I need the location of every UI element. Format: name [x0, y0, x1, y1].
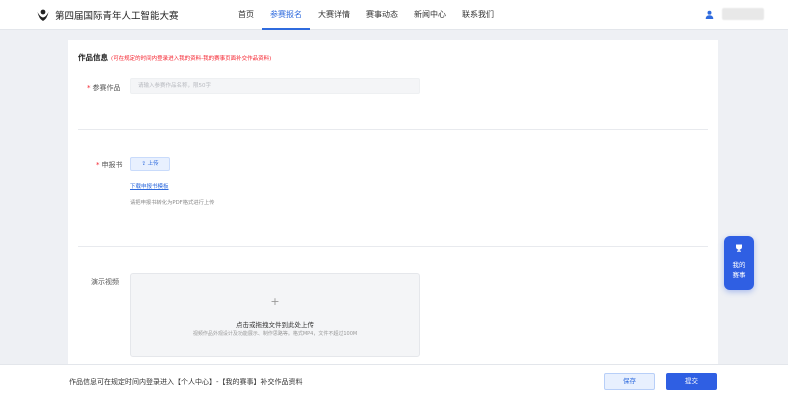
- brand-title[interactable]: 第四届国际青年人工智能大赛: [55, 8, 179, 22]
- footer-note: 作品信息可在规定时间内登录进入【个人中心】-【我的赛事】补交作品资料: [69, 378, 303, 386]
- nav-item-competition-details[interactable]: 大赛详情: [310, 0, 358, 30]
- nav-item-registration[interactable]: 参赛报名: [262, 0, 310, 30]
- video-upload-dropzone[interactable]: + 点击或拖拽文件到此处上传 视频作品外观设计及功能展示、制作思路等。格式MP4…: [130, 273, 420, 357]
- logo-icon: [37, 9, 49, 21]
- nav-item-home[interactable]: 首页: [230, 0, 262, 30]
- report-upload-tip: 请把申报书转化为PDF格式进行上传: [130, 200, 215, 206]
- nav-item-news-center[interactable]: 新闻中心: [406, 0, 454, 30]
- required-asterisk: *: [87, 84, 91, 92]
- report-label-text: 申报书: [101, 161, 123, 169]
- my-competitions-float-button[interactable]: 我的赛事: [724, 236, 754, 290]
- demo-video-label: 演示视频: [91, 278, 119, 286]
- section-title-text: 作品信息: [78, 53, 108, 62]
- plus-icon: +: [270, 295, 280, 308]
- dropzone-text: 点击或拖拽文件到此处上传: [236, 321, 314, 329]
- work-info-card: 作品信息 (可在规定的时间内登录进入我的资料-我的赛事页面补交作品资料) * 参赛作…: [68, 40, 718, 370]
- dropzone-subtext: 视频作品外观设计及功能展示、制作思路等。格式MP4，文件不超过100M: [192, 331, 358, 337]
- nav-item-contact-us[interactable]: 联系我们: [454, 0, 502, 30]
- report-upload-button[interactable]: ⇪ 上传: [130, 157, 170, 171]
- divider: [78, 246, 708, 247]
- trophy-icon: [736, 244, 742, 252]
- section-title: 作品信息 (可在规定的时间内登录进入我的资料-我的赛事页面补交作品资料): [78, 52, 271, 63]
- save-button[interactable]: 保存: [604, 373, 655, 390]
- user-name-redacted[interactable]: [722, 8, 764, 20]
- required-asterisk: *: [96, 161, 100, 169]
- download-template-link[interactable]: 下载申报书模板: [130, 182, 169, 190]
- user-icon[interactable]: [705, 10, 714, 19]
- footer-action-bar: 作品信息可在规定时间内登录进入【个人中心】-【我的赛事】补交作品资料 保存 提交: [0, 364, 788, 397]
- section-hint: (可在规定的时间内登录进入我的资料-我的赛事页面补交作品资料): [111, 56, 272, 62]
- top-navigation-bar: 第四届国际青年人工智能大赛 首页 参赛报名 大赛详情 赛事动态 新闻中心 联系我…: [0, 0, 788, 30]
- my-competitions-label: 我的赛事: [732, 261, 746, 279]
- report-label: * 申报书: [96, 160, 123, 170]
- work-name-label: * 参赛作品: [87, 83, 121, 93]
- submit-button[interactable]: 提交: [666, 373, 717, 390]
- nav-item-event-news[interactable]: 赛事动态: [358, 0, 406, 30]
- work-name-input[interactable]: [130, 78, 420, 94]
- main-nav: 首页 参赛报名 大赛详情 赛事动态 新闻中心 联系我们: [230, 0, 502, 30]
- divider: [78, 129, 708, 130]
- work-name-label-text: 参赛作品: [92, 84, 121, 92]
